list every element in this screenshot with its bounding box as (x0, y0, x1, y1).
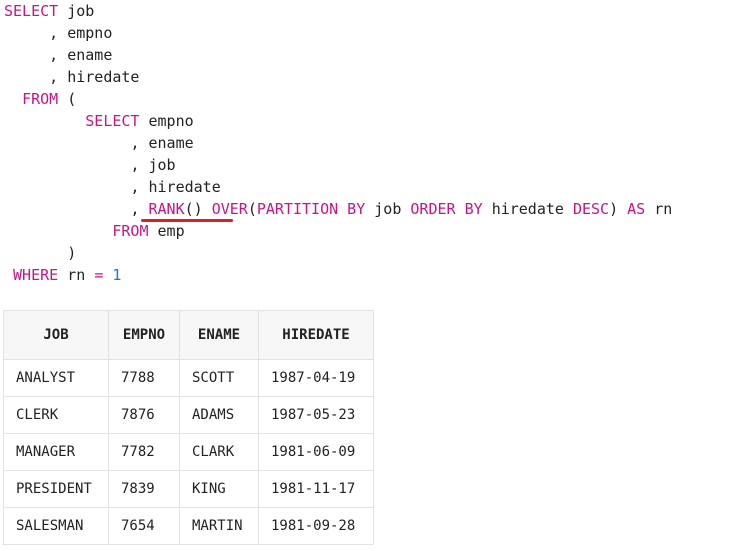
cell-hiredate: 1981-06-09 (258, 433, 374, 471)
cell-job: MANAGER (3, 433, 109, 471)
table-row: PRESIDENT 7839 KING 1981-11-17 (3, 470, 374, 508)
cell-hiredate: 1981-09-28 (258, 507, 374, 545)
column-hiredate: hiredate (67, 68, 140, 86)
subquery-column-empno: empno (148, 112, 194, 130)
column-ename: ename (67, 46, 113, 64)
code-line-12: ) (4, 242, 672, 264)
column-header-ename: ENAME (179, 310, 259, 360)
subquery-column-hiredate: hiredate (148, 178, 221, 196)
column-header-job: JOB (3, 310, 109, 360)
code-line-9: , hiredate (4, 176, 672, 198)
code-line-4: , hiredate (4, 66, 672, 88)
where-keyword: WHERE (13, 266, 59, 284)
cell-job: PRESIDENT (3, 470, 109, 508)
column-header-hiredate: HIREDATE (258, 310, 374, 360)
table-row: CLERK 7876 ADAMS 1987-05-23 (3, 396, 374, 434)
cell-ename: KING (179, 470, 259, 508)
cell-ename: MARTIN (179, 507, 259, 545)
subquery-column-ename: ename (148, 134, 194, 152)
from-keyword: FROM (22, 90, 59, 108)
order-column: hiredate (491, 200, 564, 218)
over-keyword: OVER (211, 200, 248, 218)
comma: , (49, 68, 59, 86)
comma: , (130, 156, 140, 174)
sql-code-block: SELECT job , empno , ename , hiredate FR… (4, 0, 672, 286)
code-line-13: WHERE rn = 1 (4, 264, 672, 286)
cell-hiredate: 1987-05-23 (258, 396, 374, 434)
rank-parens: () (184, 200, 203, 218)
code-line-6: SELECT empno (4, 110, 672, 132)
code-line-7: , ename (4, 132, 672, 154)
table-header-row: JOB EMPNO ENAME HIREDATE (3, 310, 374, 360)
comma: , (49, 24, 59, 42)
comma: , (130, 200, 140, 218)
code-line-3: , ename (4, 44, 672, 66)
sql-example-page: SELECT job , empno , ename , hiredate FR… (0, 0, 741, 551)
subquery-select-keyword: SELECT (85, 112, 140, 130)
close-paren: ) (67, 244, 77, 262)
cell-empno: 7788 (108, 359, 180, 397)
comma: , (130, 178, 140, 196)
cell-job: SALESMAN (3, 507, 109, 545)
code-line-8: , job (4, 154, 672, 176)
comma: , (130, 134, 140, 152)
column-empno: empno (67, 24, 113, 42)
cell-hiredate: 1981-11-17 (258, 470, 374, 508)
partition-close-paren: ) (609, 200, 619, 218)
code-line-2: , empno (4, 22, 672, 44)
cell-job: CLERK (3, 396, 109, 434)
subquery-column-job: job (148, 156, 176, 174)
as-keyword: AS (627, 200, 646, 218)
table-row: MANAGER 7782 CLARK 1981-06-09 (3, 433, 374, 471)
where-value: 1 (112, 266, 122, 284)
order-by-keyword: ORDER BY (410, 200, 483, 218)
cell-empno: 7876 (108, 396, 180, 434)
partition-column: job (374, 200, 402, 218)
subquery-table: emp (157, 222, 185, 240)
select-keyword: SELECT (4, 2, 59, 20)
code-line-10: , RANK() OVER(PARTITION BY job ORDER BY … (4, 198, 673, 222)
where-column: rn (67, 266, 86, 284)
cell-empno: 7839 (108, 470, 180, 508)
comma: , (49, 46, 59, 64)
result-table: JOB EMPNO ENAME HIREDATE ANALYST 7788 SC… (3, 310, 374, 545)
code-line-5: FROM ( (4, 88, 672, 110)
cell-ename: CLARK (179, 433, 259, 471)
red-underline-highlight (140, 219, 233, 222)
subquery-from-keyword: FROM (112, 222, 149, 240)
table-row: ANALYST 7788 SCOTT 1987-04-19 (3, 359, 374, 397)
cell-empno: 7654 (108, 507, 180, 545)
column-header-empno: EMPNO (108, 310, 180, 360)
cell-empno: 7782 (108, 433, 180, 471)
partition-by-keyword: PARTITION BY (256, 200, 366, 218)
open-paren: ( (67, 90, 77, 108)
rank-highlight: RANK() (140, 198, 233, 222)
cell-ename: ADAMS (179, 396, 259, 434)
code-line-11: FROM emp (4, 220, 672, 242)
table-row: SALESMAN 7654 MARTIN 1981-09-28 (3, 507, 374, 545)
partition-open-paren: ( (247, 200, 257, 218)
column-job: job (67, 2, 95, 20)
cell-ename: SCOTT (179, 359, 259, 397)
equals-operator: = (94, 266, 104, 284)
alias-rn: rn (654, 200, 673, 218)
cell-hiredate: 1987-04-19 (258, 359, 374, 397)
desc-keyword: DESC (572, 200, 610, 218)
code-line-1: SELECT job (4, 0, 672, 22)
rank-function: RANK (148, 200, 185, 218)
cell-job: ANALYST (3, 359, 109, 397)
